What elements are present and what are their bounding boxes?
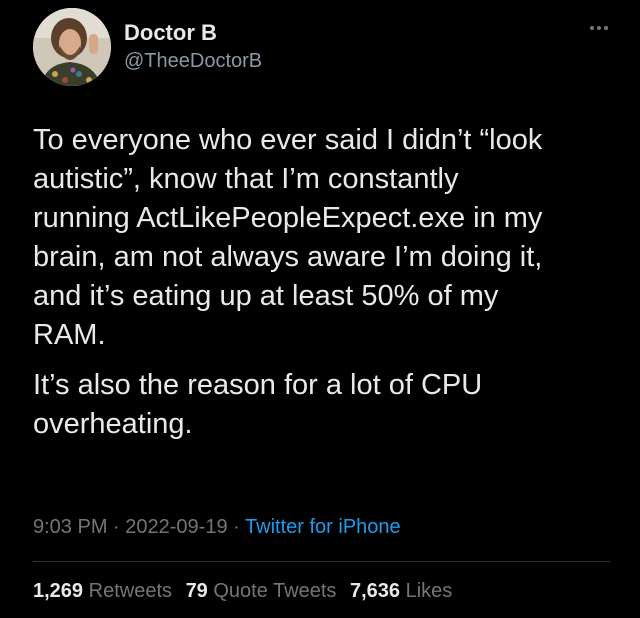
retweets-count: 1,269	[33, 580, 84, 602]
display-name[interactable]: Doctor B	[124, 20, 217, 46]
tweet-text: To everyone who ever said I didn’t “look…	[33, 121, 623, 444]
tweet-time[interactable]: 9:03 PM	[33, 516, 107, 538]
separator: ·	[113, 516, 120, 538]
quote-tweets-label: Quote Tweets	[213, 580, 337, 602]
avatar-photo	[33, 8, 111, 86]
likes-count: 7,636	[349, 580, 401, 602]
quote-tweets-count: 79	[185, 580, 208, 602]
likes-label: Likes	[405, 580, 453, 602]
dot	[604, 26, 608, 30]
user-handle[interactable]: @TheeDoctorB	[124, 50, 262, 73]
retweets-label: Retweets	[88, 580, 172, 602]
tweet: Doctor B @TheeDoctorB To everyone who ev…	[0, 0, 640, 618]
dot	[590, 26, 594, 30]
quote-tweets-stat[interactable]: 79 Quote Tweets	[186, 580, 337, 603]
divider	[33, 561, 610, 562]
dot	[597, 26, 601, 30]
tweet-paragraph: It’s also the reason for a lot of CPU ov…	[33, 369, 483, 440]
retweets-stat[interactable]: 1,269 Retweets	[33, 580, 172, 603]
more-horizontal-icon[interactable]	[590, 24, 614, 32]
separator: ·	[233, 516, 240, 538]
tweet-metadata: 9:03 PM · 2022-09-19 · Twitter for iPhon…	[33, 516, 401, 539]
avatar[interactable]	[33, 8, 111, 86]
engagement-stats: 1,269 Retweets 79 Quote Tweets 7,636 Lik…	[33, 580, 460, 603]
tweet-date[interactable]: 2022-09-19	[125, 516, 227, 538]
tweet-paragraph: To everyone who ever said I didn’t “look…	[33, 124, 543, 351]
likes-stat[interactable]: 7,636 Likes	[350, 580, 452, 603]
tweet-source-link[interactable]: Twitter for iPhone	[245, 516, 401, 538]
